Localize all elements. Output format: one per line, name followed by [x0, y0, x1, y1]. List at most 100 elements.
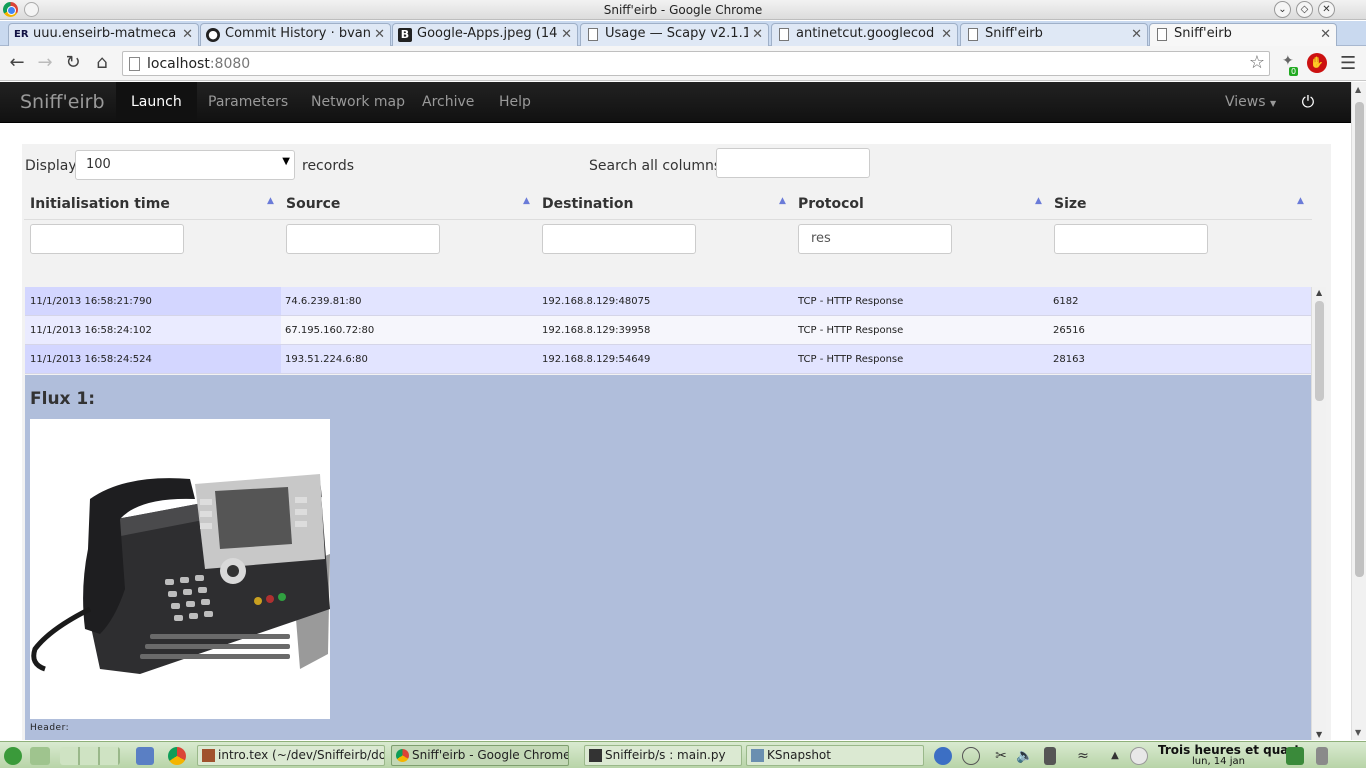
close-window-icon[interactable]: ✕: [1318, 1, 1335, 18]
close-tab-icon[interactable]: ✕: [374, 27, 385, 42]
chrome-icon: [396, 749, 409, 762]
close-tab-icon[interactable]: ✕: [941, 27, 952, 42]
document-icon: [588, 28, 598, 41]
page-scrollbar[interactable]: ▲ ▼: [1351, 82, 1366, 740]
filter-size-input[interactable]: [1054, 224, 1208, 254]
calendar-icon[interactable]: [1286, 747, 1304, 765]
nav-launch[interactable]: Launch: [116, 82, 197, 122]
url-text[interactable]: localhost:8080: [147, 56, 250, 72]
apps-icon[interactable]: [30, 747, 50, 765]
close-tab-icon[interactable]: ✕: [1320, 27, 1331, 42]
tab-antinetcut[interactable]: antinetcut.googlecod ✕: [771, 23, 958, 46]
nav-help[interactable]: Help: [484, 82, 546, 122]
app-navbar: Sniff'eirb Launch Parameters Network map…: [0, 82, 1351, 123]
task-ksnapshot[interactable]: KSnapshot: [746, 745, 924, 766]
views-dropdown[interactable]: Views ▼: [1225, 82, 1276, 124]
scroll-down-icon[interactable]: ▼: [1355, 728, 1361, 737]
sort-arrow-icon[interactable]: ▲: [267, 196, 274, 206]
table-row[interactable]: 11/1/2013 16:58:24:102 67.195.160.72:80 …: [25, 316, 1311, 345]
col-header-destination[interactable]: Destination: [542, 196, 633, 212]
table-row[interactable]: 11/1/2013 16:58:21:790 74.6.239.81:80 19…: [25, 287, 1311, 316]
filter-source-input[interactable]: [286, 224, 440, 254]
cell-protocol: TCP - HTTP Response: [798, 325, 904, 336]
minimize-icon[interactable]: ⌄: [1274, 1, 1291, 18]
tab-label: antinetcut.googlecod: [796, 26, 935, 41]
table-row[interactable]: 11/1/2013 16:58:24:524 193.51.224.6:80 1…: [25, 345, 1311, 374]
sort-arrow-icon[interactable]: ▲: [1297, 196, 1304, 206]
task-chrome[interactable]: Sniff'eirb - Google Chrome: [391, 745, 569, 766]
back-icon[interactable]: ←: [6, 52, 28, 74]
reload-icon[interactable]: ↻: [62, 52, 84, 74]
scroll-down-icon[interactable]: ▼: [1316, 730, 1322, 739]
tab-label: uuu.enseirb-matmeca: [33, 26, 177, 41]
maximize-icon[interactable]: ◇: [1296, 1, 1313, 18]
info-icon[interactable]: [962, 747, 980, 765]
page-viewport: Sniff'eirb Launch Parameters Network map…: [0, 82, 1366, 740]
tab-google-apps[interactable]: B Google-Apps.jpeg (14 ✕: [392, 23, 578, 46]
col-header-init-time[interactable]: Initialisation time: [30, 196, 170, 212]
document-icon: [1157, 28, 1167, 41]
close-tab-icon[interactable]: ✕: [561, 27, 572, 42]
records-select[interactable]: 100 ▼: [75, 150, 295, 180]
taskbar: intro.tex (~/dev/Sniffeirb/doc Sniff'eir…: [0, 741, 1366, 768]
bookmark-star-icon[interactable]: ☆: [1249, 52, 1265, 73]
task-label: intro.tex (~/dev/Sniffeirb/doc: [218, 748, 385, 762]
tab-scapy-usage[interactable]: Usage — Scapy v2.1.1 ✕: [580, 23, 769, 46]
flux-image: [30, 419, 330, 719]
tab-sniffeirb-active[interactable]: Sniff'eirb ✕: [1149, 23, 1337, 47]
clipboard-icon[interactable]: [1044, 747, 1056, 765]
forward-icon[interactable]: →: [34, 52, 56, 74]
tab-enseirb[interactable]: ER uuu.enseirb-matmeca ✕: [8, 23, 199, 46]
start-menu-icon[interactable]: [4, 747, 22, 765]
filter-init-time-input[interactable]: [30, 224, 184, 254]
task-terminal[interactable]: Sniffeirb/s : main.py: [584, 745, 742, 766]
clock-text[interactable]: Trois heures et quart: [1158, 743, 1300, 757]
brand[interactable]: Sniff'eirb: [20, 91, 105, 113]
tab-commit-history[interactable]: ● Commit History · bvanc ✕: [200, 23, 391, 46]
chrome-menu-icon[interactable]: ☰: [1340, 53, 1356, 74]
desk-phone-image: [31, 474, 330, 674]
date-text[interactable]: lun, 14 jan: [1192, 756, 1245, 767]
scroll-up-icon[interactable]: ▲: [1355, 85, 1361, 94]
tray-expand-icon[interactable]: ▲: [1106, 747, 1124, 765]
adblock-icon[interactable]: ✋: [1307, 53, 1327, 73]
clock-icon[interactable]: [1130, 747, 1148, 765]
show-desktop-icon[interactable]: [1316, 747, 1328, 765]
home-icon[interactable]: ⌂: [91, 52, 113, 74]
cell-destination: 192.168.8.129:54649: [542, 354, 651, 365]
cell-size: 6182: [1053, 296, 1079, 307]
volume-icon[interactable]: 🔈: [1016, 747, 1034, 765]
close-tab-icon[interactable]: ✕: [752, 27, 763, 42]
workspace-switcher-icon[interactable]: [60, 747, 120, 765]
search-all-input[interactable]: [716, 148, 870, 178]
sort-arrow-icon[interactable]: ▲: [779, 196, 786, 206]
scissors-icon[interactable]: ✂: [992, 747, 1010, 765]
app-launcher-icon[interactable]: [136, 747, 154, 765]
scroll-up-icon[interactable]: ▲: [1316, 288, 1322, 297]
col-header-source[interactable]: Source: [286, 196, 340, 212]
page-scroll-thumb[interactable]: [1355, 102, 1364, 577]
close-tab-icon[interactable]: ✕: [1131, 27, 1142, 42]
power-icon[interactable]: ⏻: [1298, 92, 1318, 112]
address-bar[interactable]: localhost:8080 ☆: [122, 51, 1270, 76]
network-manager-icon[interactable]: [934, 747, 952, 765]
sort-arrow-icon[interactable]: ▲: [1035, 196, 1042, 206]
filter-destination-input[interactable]: [542, 224, 696, 254]
nav-archive[interactable]: Archive: [407, 82, 489, 122]
table-scroll-thumb[interactable]: [1315, 301, 1324, 401]
nav-parameters[interactable]: Parameters: [193, 82, 303, 122]
display-label: Display: [25, 158, 77, 174]
nav-network-map[interactable]: Network map: [296, 82, 420, 122]
filter-protocol-input[interactable]: res: [798, 224, 952, 254]
wifi-icon[interactable]: ≈: [1074, 747, 1092, 765]
table-scrollbar[interactable]: ▲ ▼: [1311, 287, 1326, 740]
col-header-size[interactable]: Size: [1054, 196, 1087, 212]
terminal-icon: [589, 749, 602, 762]
task-label: KSnapshot: [767, 748, 831, 762]
close-tab-icon[interactable]: ✕: [182, 27, 193, 42]
sort-arrow-icon[interactable]: ▲: [523, 196, 530, 206]
task-intro-tex[interactable]: intro.tex (~/dev/Sniffeirb/doc: [197, 745, 385, 766]
chrome-launcher-icon[interactable]: [168, 747, 186, 765]
col-header-protocol[interactable]: Protocol: [798, 196, 864, 212]
tab-sniffeirb[interactable]: Sniff'eirb ✕: [960, 23, 1148, 46]
